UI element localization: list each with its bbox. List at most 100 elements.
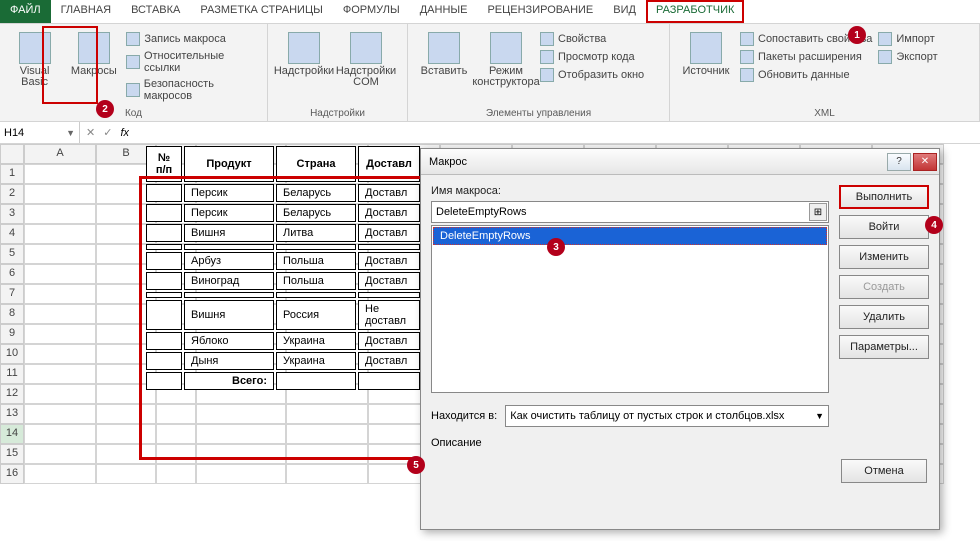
table-cell[interactable]: Персик [184,184,274,202]
record-macro-button[interactable]: Запись макроса [126,32,259,46]
row-header[interactable]: 13 [0,404,24,424]
tab-review[interactable]: РЕЦЕНЗИРОВАНИЕ [477,0,603,23]
cell[interactable] [24,304,96,324]
macro-list[interactable]: DeleteEmptyRows [431,225,829,393]
cell[interactable] [96,444,156,464]
location-select[interactable]: Как очистить таблицу от пустых строк и с… [505,405,829,427]
table-cell[interactable] [146,184,182,202]
table-cell[interactable] [276,244,356,250]
table-cell[interactable]: Не доставл [358,300,420,330]
table-cell[interactable]: Польша [276,252,356,270]
table-cell[interactable] [146,272,182,290]
run-button[interactable]: Выполнить [839,185,929,209]
edit-button[interactable]: Изменить [839,245,929,269]
table-cell[interactable]: Беларусь [276,184,356,202]
table-cell[interactable] [146,300,182,330]
cell[interactable] [196,424,286,444]
table-cell[interactable] [146,372,182,390]
close-button[interactable]: ✕ [913,153,937,171]
fx-icon[interactable]: fx [120,127,129,139]
cell[interactable] [24,184,96,204]
cell[interactable] [286,464,368,484]
row-header[interactable]: 11 [0,364,24,384]
table-cell[interactable] [276,372,356,390]
macros-button[interactable]: Макросы [67,28,120,106]
cell[interactable] [24,364,96,384]
cell[interactable] [156,424,196,444]
com-addins-button[interactable]: Надстройки COM [338,28,394,106]
help-button[interactable]: ? [887,153,911,171]
tab-home[interactable]: ГЛАВНАЯ [51,0,121,23]
row-header[interactable]: 16 [0,464,24,484]
table-cell[interactable]: Дыня [184,352,274,370]
table-cell[interactable]: Доставл [358,184,420,202]
cell[interactable] [156,404,196,424]
cell[interactable] [196,444,286,464]
insert-control-button[interactable]: Вставить [416,28,472,106]
properties-button[interactable]: Свойства [540,32,644,46]
expansion-packs-button[interactable]: Пакеты расширения [740,50,872,64]
design-mode-button[interactable]: Режим конструктора [478,28,534,106]
row-header[interactable]: 4 [0,224,24,244]
delete-button[interactable]: Удалить [839,305,929,329]
cell[interactable] [24,384,96,404]
refresh-data-button[interactable]: Обновить данные [740,68,872,82]
table-cell[interactable]: Доставл [358,252,420,270]
cell[interactable] [196,464,286,484]
view-code-button[interactable]: Просмотр кода [540,50,644,64]
cell[interactable] [24,264,96,284]
table-cell[interactable] [184,244,274,250]
table-cell[interactable]: Персик [184,204,274,222]
table-cell[interactable]: Вишня [184,224,274,242]
cell[interactable] [24,444,96,464]
relative-refs-button[interactable]: Относительные ссылки [126,50,259,74]
column-header[interactable]: A [24,144,96,164]
cell[interactable] [196,404,286,424]
row-header[interactable]: 14 [0,424,24,444]
table-cell[interactable]: Доставл [358,272,420,290]
cell[interactable] [156,444,196,464]
cell[interactable] [96,404,156,424]
macro-list-item[interactable]: DeleteEmptyRows [433,227,827,245]
options-button[interactable]: Параметры... [839,335,929,359]
cell[interactable] [286,444,368,464]
cell[interactable] [286,404,368,424]
cell[interactable] [96,424,156,444]
dialog-titlebar[interactable]: Макрос ? ✕ [421,149,939,175]
cell[interactable] [24,224,96,244]
table-cell[interactable]: Арбуз [184,252,274,270]
show-window-button[interactable]: Отобразить окно [540,68,644,82]
addins-button[interactable]: Надстройки [276,28,332,106]
select-all-corner[interactable] [0,144,24,164]
cell[interactable] [24,244,96,264]
cell[interactable] [96,464,156,484]
row-header[interactable]: 2 [0,184,24,204]
table-cell[interactable]: Украина [276,332,356,350]
cell[interactable] [156,464,196,484]
tab-insert[interactable]: ВСТАВКА [121,0,190,23]
table-cell[interactable]: Россия [276,300,356,330]
name-box[interactable]: H14▼ [0,122,80,143]
map-props-button[interactable]: Сопоставить свойства [740,32,872,46]
row-header[interactable]: 10 [0,344,24,364]
table-cell[interactable]: Доставл [358,204,420,222]
table-cell[interactable] [146,204,182,222]
tab-data[interactable]: ДАННЫЕ [410,0,478,23]
import-button[interactable]: Импорт [878,32,937,46]
xml-source-button[interactable]: Источник [678,28,734,106]
table-cell[interactable]: Доставл [358,352,420,370]
row-header[interactable]: 5 [0,244,24,264]
cell[interactable] [24,404,96,424]
row-header[interactable]: 12 [0,384,24,404]
step-button[interactable]: Войти [839,215,929,239]
row-header[interactable]: 1 [0,164,24,184]
table-cell[interactable] [358,292,420,298]
macro-name-input[interactable] [431,201,829,223]
table-cell[interactable]: Польша [276,272,356,290]
table-cell[interactable] [184,292,274,298]
macro-security-button[interactable]: Безопасность макросов [126,78,259,102]
export-button[interactable]: Экспорт [878,50,937,64]
table-cell[interactable]: Виноград [184,272,274,290]
cell[interactable] [286,424,368,444]
cell[interactable] [24,324,96,344]
